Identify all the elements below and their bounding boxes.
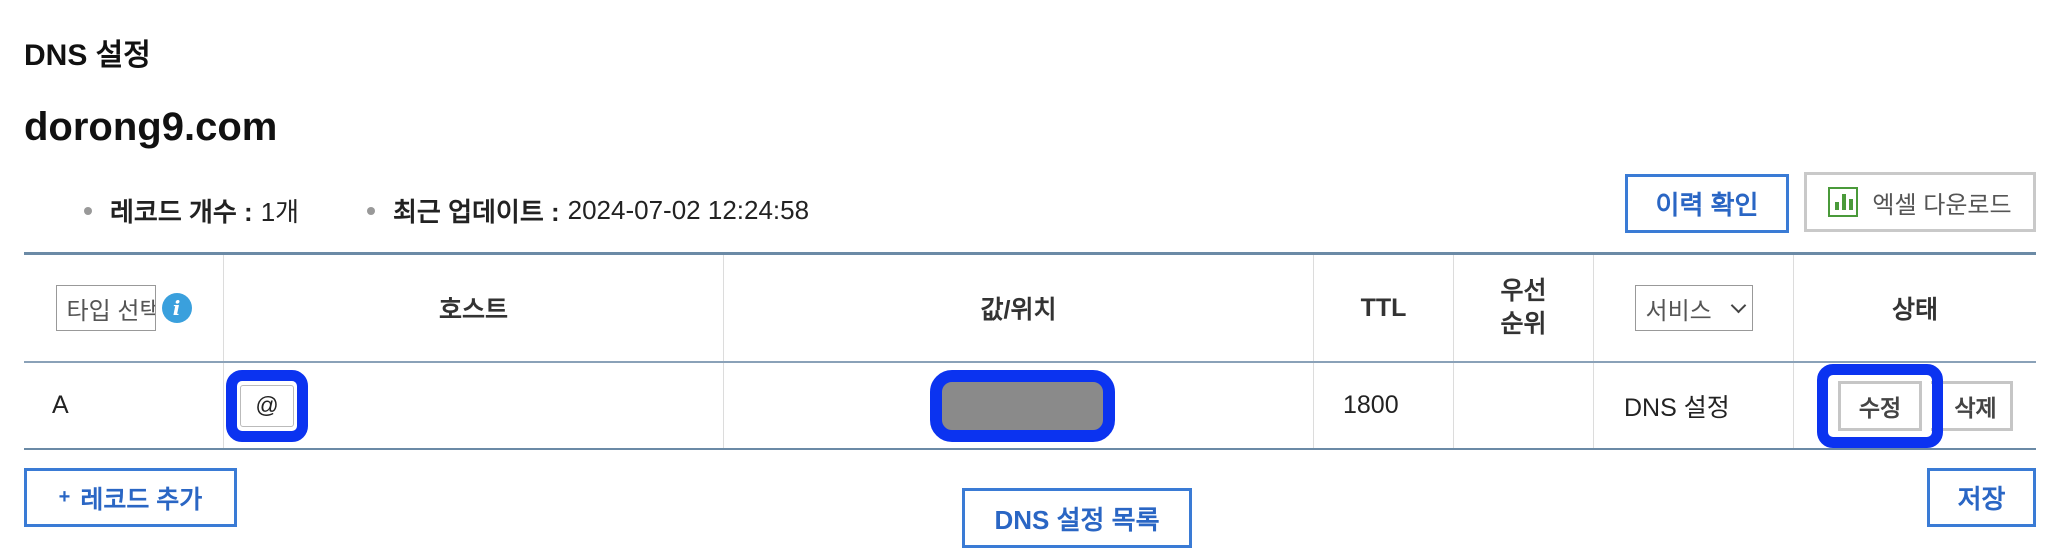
value-header: 값/위치 <box>724 255 1314 361</box>
last-update-value: 2024-07-02 12:24:58 <box>567 195 810 225</box>
info-icon[interactable]: i <box>161 293 192 323</box>
section-title: DNS 설정 <box>24 39 151 72</box>
edit-highlight: 수정 <box>1817 363 1943 448</box>
record-type: A <box>24 363 224 448</box>
type-select[interactable]: 타입 선택 <box>55 285 156 331</box>
domain-title: dorong9.com <box>24 105 278 149</box>
service-header: 서비스 <box>1594 255 1794 361</box>
record-value-redacted[interactable] <box>930 369 1115 442</box>
record-priority <box>1454 363 1594 448</box>
record-host[interactable]: @ <box>240 384 294 427</box>
bullet-icon <box>84 206 92 215</box>
save-button[interactable]: 저장 <box>1927 468 2036 527</box>
dns-record-table: 타입 선택 i 호스트 값/위치 TTL 우선 순위 서비스 상태 A @ 18… <box>24 252 2036 450</box>
excel-chart-icon <box>1828 187 1859 217</box>
priority-header-line2: 순위 <box>1500 310 1547 338</box>
record-count: 레코드 개수 : 1개 <box>84 192 299 229</box>
last-update: 최근 업데이트 : 2024-07-02 12:24:58 <box>367 192 809 229</box>
bullet-icon <box>367 206 375 215</box>
add-record-button[interactable]: + 레코드 추가 <box>24 468 237 527</box>
record-ttl: 1800 <box>1314 363 1454 448</box>
type-header: 타입 선택 i <box>24 255 224 361</box>
record-value-cell <box>724 363 1314 448</box>
status-header: 상태 <box>1891 296 1938 324</box>
edit-button[interactable]: 수정 <box>1838 380 1922 431</box>
excel-download-label: 엑셀 다운로드 <box>1872 191 2012 219</box>
service-select-value: 서비스 <box>1645 297 1712 325</box>
table-row: A @ 1800 DNS 설정 수정 삭제 <box>24 363 2036 448</box>
service-select[interactable]: 서비스 <box>1634 285 1753 331</box>
record-actions: 수정 삭제 <box>1794 363 2036 448</box>
dns-list-button[interactable]: DNS 설정 목록 <box>962 488 1192 548</box>
plus-icon: + <box>58 486 71 508</box>
delete-button[interactable]: 삭제 <box>1931 380 2013 431</box>
add-record-label: 레코드 추가 <box>80 485 203 514</box>
type-select-value: 타입 선택 <box>66 297 156 325</box>
excel-download-button[interactable]: 엑셀 다운로드 <box>1804 172 2036 232</box>
chevron-down-icon <box>1730 297 1746 313</box>
record-service: DNS 설정 <box>1594 363 1794 448</box>
table-header-row: 타입 선택 i 호스트 값/위치 TTL 우선 순위 서비스 상태 <box>24 255 2036 363</box>
record-host-cell: @ <box>224 363 724 448</box>
ttl-header: TTL <box>1314 255 1454 361</box>
host-highlight: @ <box>226 369 308 442</box>
host-header: 호스트 <box>224 255 724 361</box>
action-group: 수정 삭제 <box>1817 363 2013 448</box>
priority-header-line1: 우선 <box>1500 277 1547 305</box>
history-button[interactable]: 이력 확인 <box>1625 174 1789 233</box>
last-update-label: 최근 업데이트 : <box>393 197 560 227</box>
record-count-value: 1개 <box>260 197 300 227</box>
priority-header: 우선 순위 <box>1454 255 1594 361</box>
record-count-label: 레코드 개수 : <box>110 197 253 227</box>
